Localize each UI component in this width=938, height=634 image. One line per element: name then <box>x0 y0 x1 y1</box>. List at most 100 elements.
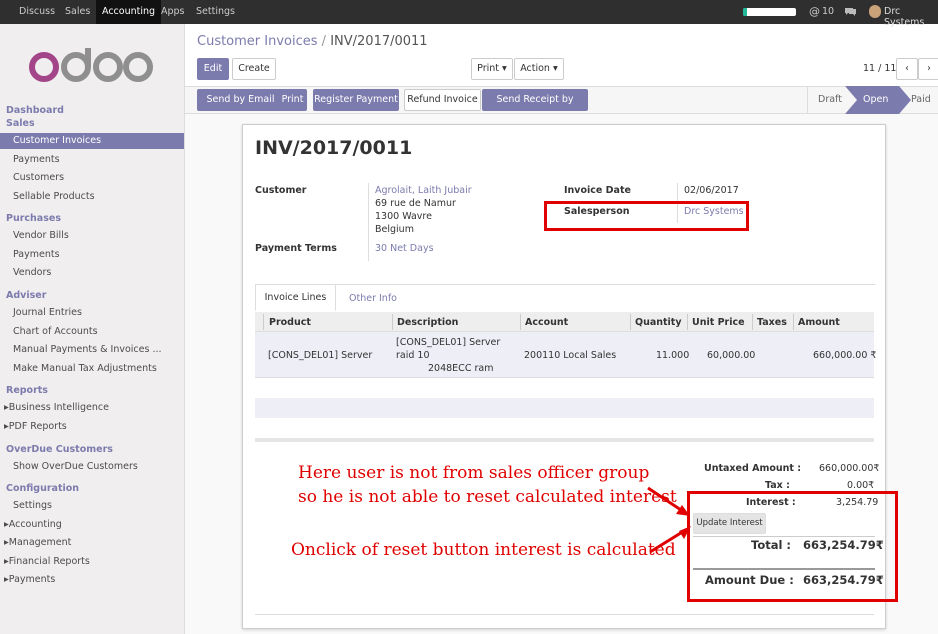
menu-settings[interactable]: Settings <box>190 0 241 24</box>
annotation-box-interest <box>687 491 898 602</box>
send-by-email-button[interactable]: Send by Email <box>197 89 284 111</box>
action-dropdown[interactable]: Action ▾ <box>514 58 564 80</box>
sidebar-item-vendors[interactable]: Vendors <box>0 265 184 281</box>
sidebar-item-label: Payments <box>8 574 56 585</box>
payment-terms-label: Payment Terms <box>255 243 337 254</box>
sidebar-item-financial-reports[interactable]: ▸Financial Reports <box>0 554 184 570</box>
column-header-product[interactable]: Product <box>269 317 311 328</box>
annotation-box-salesperson <box>544 201 749 231</box>
tab-invoice-lines[interactable]: Invoice Lines <box>255 284 336 311</box>
sidebar-item-management[interactable]: ▸Management <box>0 535 184 551</box>
sidebar: Dashboard Sales Customer Invoices Paymen… <box>0 24 185 634</box>
column-header-unit-price[interactable]: Unit Price <box>692 317 745 328</box>
column-divider <box>263 314 264 330</box>
line-amount: 660,000.00 ₹ <box>813 350 877 361</box>
empty-row <box>255 378 874 398</box>
table-footer <box>255 438 874 442</box>
sidebar-item-customer-invoices[interactable]: Customer Invoices <box>0 133 184 149</box>
sidebar-item-sellable-products[interactable]: Sellable Products <box>0 189 184 205</box>
sidebar-item-label: Management <box>8 537 72 548</box>
breadcrumb-parent[interactable]: Customer Invoices <box>197 34 318 49</box>
status-draft[interactable]: Draft <box>818 94 842 105</box>
section-sales: Sales <box>6 118 35 129</box>
tab-other-info[interactable]: Other Info <box>349 293 397 304</box>
line-account: 200110 Local Sales <box>524 350 617 361</box>
sidebar-item-config-payments[interactable]: ▸Payments <box>0 572 184 588</box>
invoice-date-label: Invoice Date <box>564 185 631 196</box>
column-header-taxes[interactable]: Taxes <box>757 317 787 328</box>
sidebar-item-vendor-payments[interactable]: Payments <box>0 247 184 263</box>
sidebar-item-label: PDF Reports <box>8 421 67 432</box>
section-purchases: Purchases <box>6 213 61 224</box>
status-bar: Send by Email Print Register Payment Ref… <box>185 86 938 125</box>
sidebar-item-vendor-bills[interactable]: Vendor Bills <box>0 228 184 244</box>
line-product: [CONS_DEL01] Server <box>268 350 373 361</box>
column-divider <box>630 314 631 330</box>
annotation-note: Here user is not from sales officer grou… <box>298 463 650 483</box>
sidebar-item-pdf-reports[interactable]: ▸PDF Reports <box>0 419 184 435</box>
sidebar-item-business-intelligence[interactable]: ▸Business Intelligence <box>0 400 184 416</box>
create-button[interactable]: Create <box>232 58 276 80</box>
sidebar-item-payments[interactable]: Payments <box>0 152 184 168</box>
menu-accounting[interactable]: Accounting <box>96 0 162 24</box>
section-overdue-customers: OverDue Customers <box>6 444 113 455</box>
sidebar-item-settings[interactable]: Settings <box>0 498 184 514</box>
tax-label: Tax : <box>765 480 790 491</box>
sheet-bottom-divider <box>255 614 874 615</box>
pager-previous-button[interactable]: ‹ <box>896 58 918 80</box>
send-receipt-button[interactable]: Send Receipt by email <box>482 89 588 125</box>
print-dropdown-label: Print <box>477 63 500 74</box>
column-divider <box>793 314 794 330</box>
annotation-arrows <box>647 486 691 554</box>
sidebar-item-customers[interactable]: Customers <box>0 170 184 186</box>
sidebar-item-chart-of-accounts[interactable]: Chart of Accounts <box>0 324 184 340</box>
print-dropdown[interactable]: Print ▾ <box>471 58 513 80</box>
customer-address-line: 1300 Wavre <box>375 211 432 222</box>
column-header-account[interactable]: Account <box>525 317 568 328</box>
progress-fill <box>743 8 748 16</box>
menu-sales[interactable]: Sales <box>59 0 96 24</box>
chevron-left-icon: ‹ <box>905 63 909 74</box>
breadcrumb: Customer Invoices / INV/2017/0011 <box>197 34 428 49</box>
sidebar-item-manual-tax[interactable]: Make Manual Tax Adjustments <box>0 361 184 377</box>
sidebar-item-label: Financial Reports <box>8 556 90 567</box>
messages-count: 10 <box>822 6 835 17</box>
pager-next-button[interactable]: › <box>918 58 938 80</box>
tax-value: 0.00₹ <box>847 480 875 491</box>
payment-terms-link[interactable]: 30 Net Days <box>375 243 434 254</box>
status-paid[interactable]: Paid <box>911 94 931 105</box>
column-header-description[interactable]: Description <box>397 317 458 328</box>
column-header-quantity[interactable]: Quantity <box>635 317 682 328</box>
column-divider <box>520 314 521 330</box>
register-payment-button[interactable]: Register Payment <box>313 89 399 111</box>
menu-discuss[interactable]: Discuss <box>13 0 61 24</box>
customer-address-line: Belgium <box>375 224 414 235</box>
chevron-right-icon: › <box>927 63 931 74</box>
line-description: raid 10 <box>396 350 430 361</box>
customer-address-line: 69 rue de Namur <box>375 198 456 209</box>
empty-row <box>255 398 874 418</box>
chat-icon[interactable] <box>844 6 857 17</box>
sidebar-item-label: Business Intelligence <box>8 402 109 413</box>
odoo-logo <box>29 48 153 82</box>
menu-apps[interactable]: Apps <box>155 0 191 24</box>
sidebar-item-accounting[interactable]: ▸Accounting <box>0 517 184 533</box>
untaxed-value: 660,000.00₹ <box>819 463 880 474</box>
column-divider <box>687 314 688 330</box>
edit-button[interactable]: Edit <box>197 58 229 80</box>
column-header-amount[interactable]: Amount <box>798 317 840 328</box>
sidebar-item-manual-payments[interactable]: Manual Payments & Invoices ... <box>0 342 184 358</box>
status-open[interactable]: Open <box>863 94 888 105</box>
annotation-note: Onclick of reset button interest is calc… <box>291 540 676 560</box>
progress-bar <box>743 8 796 16</box>
sidebar-item-show-overdue[interactable]: Show OverDue Customers <box>0 459 184 475</box>
invoice-number: INV/2017/0011 <box>255 137 413 159</box>
sidebar-item-journal-entries[interactable]: Journal Entries <box>0 305 184 321</box>
avatar[interactable] <box>869 5 881 18</box>
refund-invoice-button[interactable]: Refund Invoice <box>404 89 481 111</box>
section-dashboard[interactable]: Dashboard <box>6 105 190 116</box>
print-button[interactable]: Print <box>278 89 307 111</box>
caret-down-icon: ▾ <box>502 63 507 74</box>
customer-link[interactable]: Agrolait, Laith Jubair <box>375 185 472 196</box>
at-icon[interactable]: @ <box>809 5 820 18</box>
